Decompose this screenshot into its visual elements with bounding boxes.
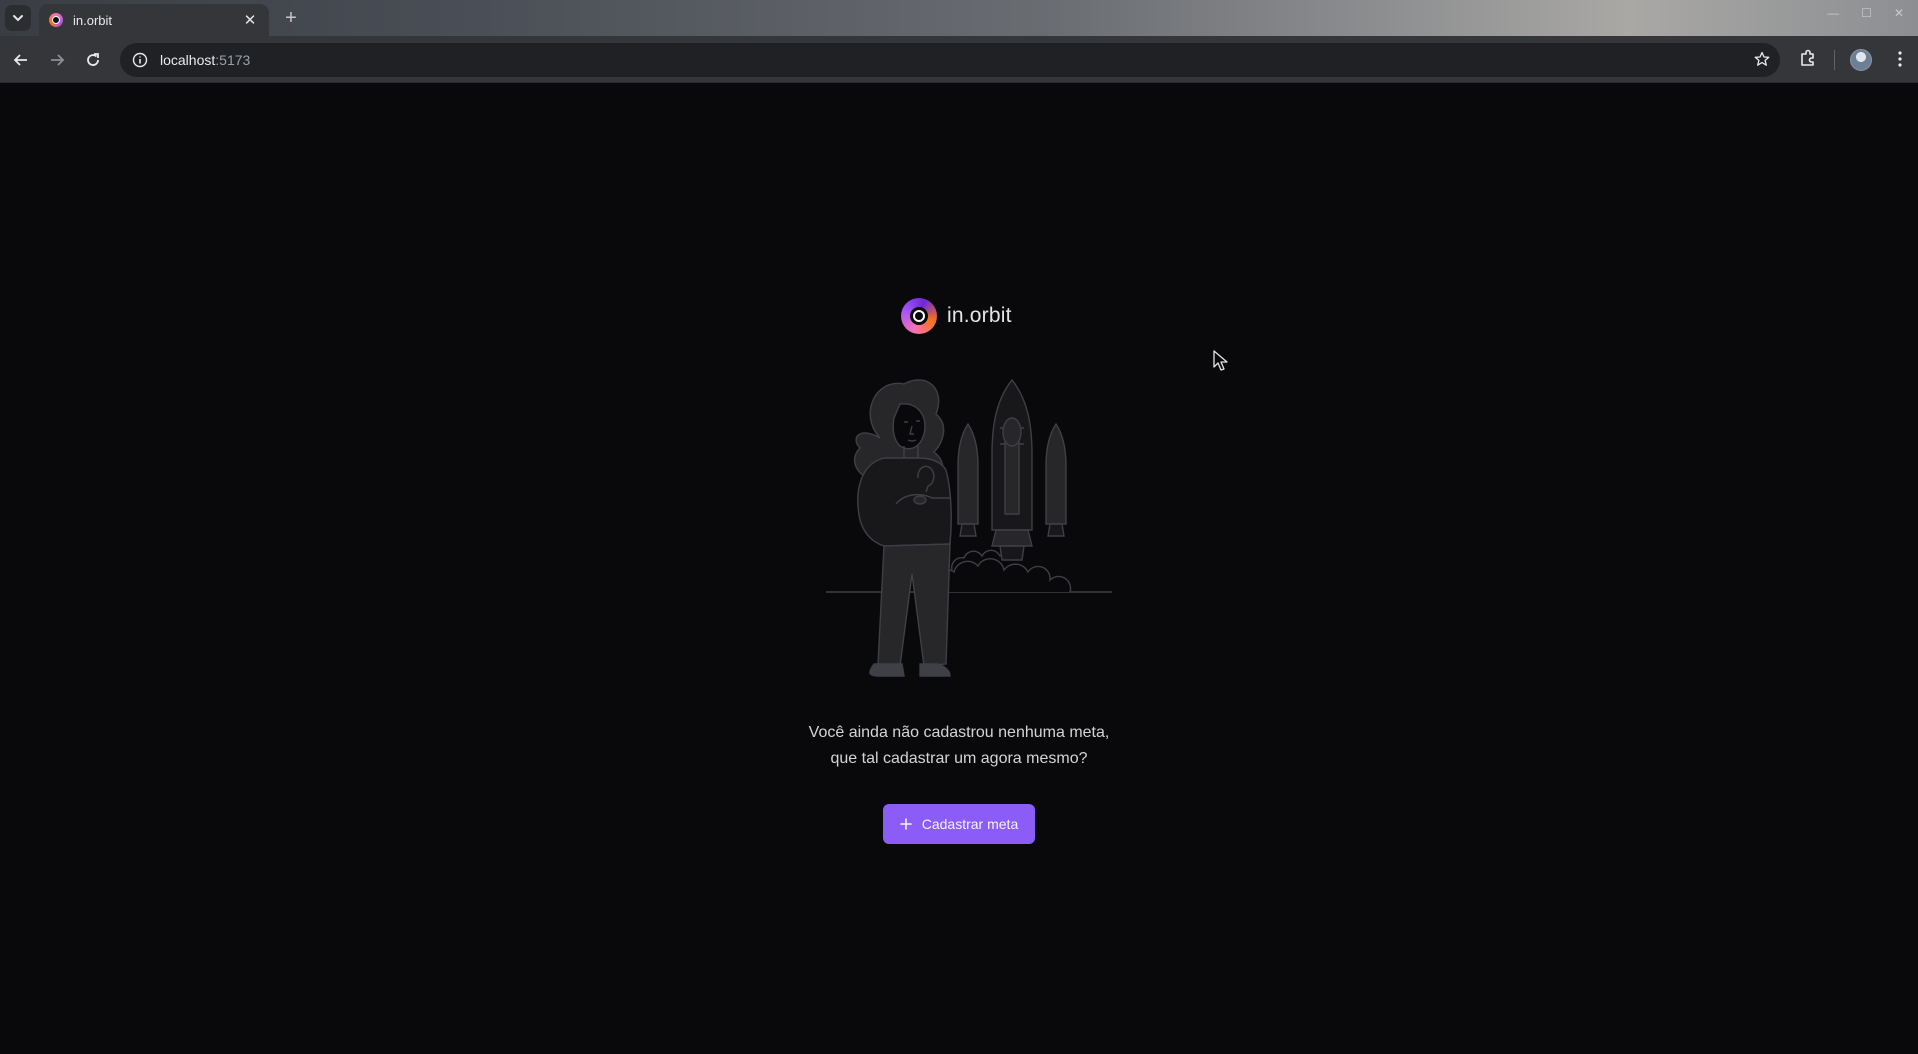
in-orbit-logo-icon — [901, 298, 937, 334]
chevron-down-icon — [13, 15, 23, 22]
toolbar-divider — [1834, 50, 1835, 70]
bookmark-star-icon[interactable] — [1754, 51, 1770, 67]
create-goal-button[interactable]: Cadastrar meta — [883, 804, 1035, 844]
address-bar[interactable]: localhost:5173 — [120, 43, 1780, 77]
tab-title: in.orbit — [73, 12, 113, 28]
tab-search-button[interactable] — [5, 5, 31, 31]
empty-state-line-1: Você ainda não cadastrou nenhuma meta, — [808, 724, 1110, 741]
brand-name: in.orbit — [947, 304, 1012, 327]
arrow-right-icon — [51, 54, 65, 66]
empty-state-line-2: que tal cadastrar um agora mesmo? — [830, 750, 1088, 767]
rocket-launch-illustration — [826, 378, 1112, 677]
url-host: localhost — [160, 52, 216, 68]
browser-titlebar: in.orbit ✕ + — ☐ ✕ — [0, 0, 1918, 36]
new-tab-button[interactable]: + — [278, 7, 304, 31]
in-orbit-logo-icon — [49, 13, 63, 27]
window-controls: — ☐ ✕ — [1827, 6, 1904, 20]
reload-icon — [87, 53, 99, 66]
brand-header: in.orbit — [901, 298, 1012, 334]
url-port: :5173 — [215, 52, 251, 68]
create-goal-label: Cadastrar meta — [921, 816, 1019, 832]
profile-avatar[interactable] — [1850, 49, 1872, 71]
mouse-cursor-icon — [1213, 350, 1228, 371]
forward-button[interactable] — [45, 48, 69, 72]
browser-tab-active[interactable]: in.orbit ✕ — [39, 4, 269, 36]
close-tab-icon[interactable]: ✕ — [241, 11, 259, 29]
app-page: in.orbit Você ainda não cadastrou nenhum… — [0, 84, 1918, 1054]
empty-state-message: Você ainda não cadastrou nenhuma meta, q… — [759, 720, 1159, 772]
browser-toolbar: localhost:5173 — [0, 36, 1918, 83]
plus-icon — [899, 818, 912, 830]
close-window-icon[interactable]: ✕ — [1894, 6, 1904, 20]
maximize-icon[interactable]: ☐ — [1861, 6, 1872, 20]
reload-button[interactable] — [81, 48, 105, 72]
arrow-left-icon — [13, 54, 27, 66]
more-menu-icon[interactable] — [1890, 49, 1910, 69]
site-info-icon[interactable] — [132, 52, 148, 68]
back-button[interactable] — [9, 48, 33, 72]
minimize-icon[interactable]: — — [1827, 6, 1839, 20]
extensions-puzzle-icon[interactable] — [1798, 48, 1818, 68]
